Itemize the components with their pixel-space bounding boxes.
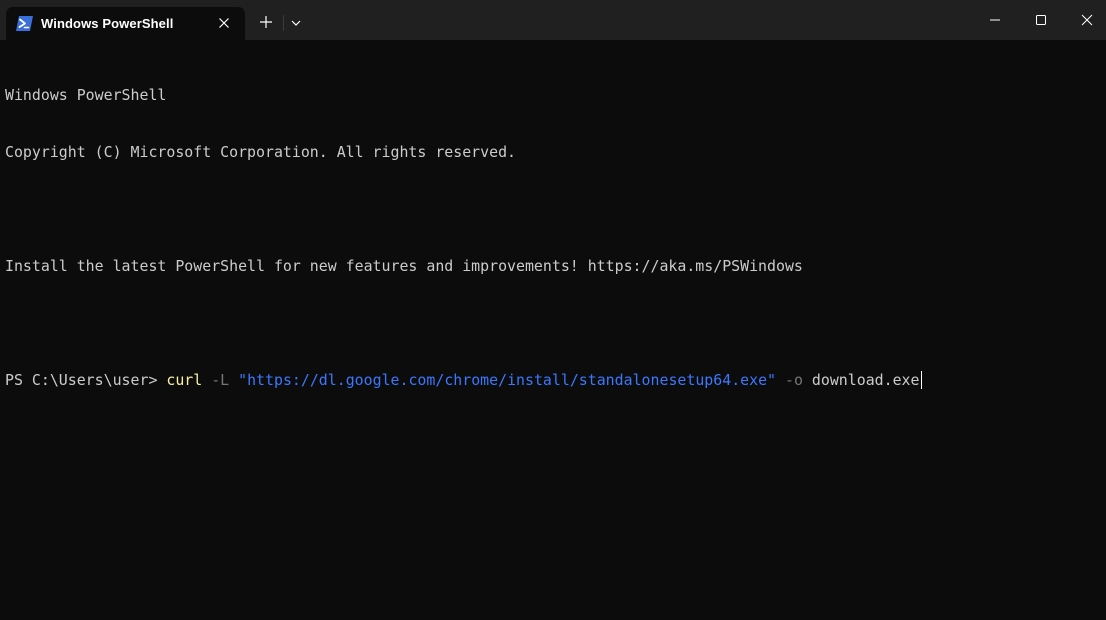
title-bar: Windows PowerShell <box>0 0 1106 40</box>
terminal-line: Windows PowerShell <box>5 86 167 104</box>
command-url: "https://dl.google.com/chrome/install/st… <box>238 371 777 389</box>
tab-windows-powershell[interactable]: Windows PowerShell <box>6 7 245 40</box>
close-icon <box>1081 11 1093 30</box>
new-tab-button[interactable] <box>252 12 280 34</box>
close-icon[interactable] <box>216 15 232 31</box>
powershell-icon <box>16 16 33 31</box>
chevron-down-icon <box>290 14 302 33</box>
prompt: PS C:\Users\user> <box>5 371 167 389</box>
command-line[interactable]: PS C:\Users\user> curl -L "https://dl.go… <box>5 371 1106 390</box>
command-flag: -o <box>785 371 803 389</box>
maximize-icon <box>1035 11 1047 30</box>
text-cursor <box>920 371 922 389</box>
tab-dropdown-button[interactable] <box>286 12 306 34</box>
tab-title: Windows PowerShell <box>41 16 174 31</box>
command-flag: -L <box>211 371 230 389</box>
command-output-file: download.exe <box>811 371 920 389</box>
terminal-output[interactable]: Windows PowerShell Copyright (C) Microso… <box>0 40 1106 620</box>
command-name: curl <box>166 371 203 389</box>
terminal-line: Install the latest PowerShell for new fe… <box>5 257 803 275</box>
plus-icon <box>259 14 273 33</box>
terminal-line: Copyright (C) Microsoft Corporation. All… <box>5 143 517 161</box>
minimize-button[interactable] <box>972 0 1018 40</box>
maximize-button[interactable] <box>1018 0 1064 40</box>
minimize-icon <box>989 11 1001 30</box>
close-window-button[interactable] <box>1064 0 1106 40</box>
divider <box>283 15 284 31</box>
